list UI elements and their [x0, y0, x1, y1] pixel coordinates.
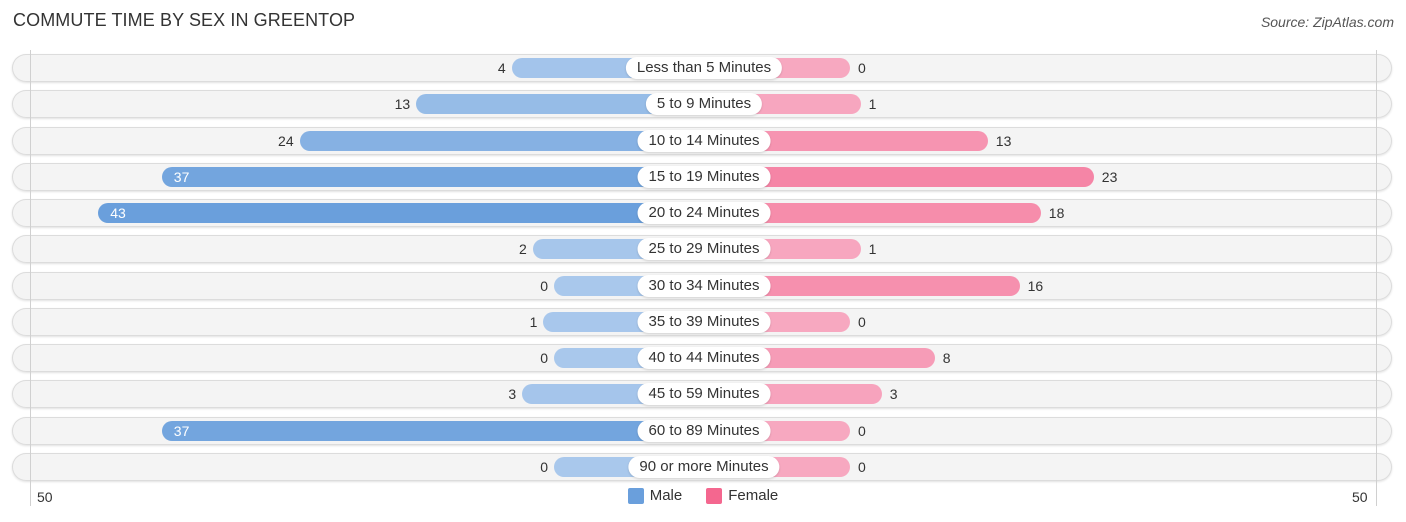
value-label-female: 16: [1027, 277, 1044, 294]
category-label: 25 to 29 Minutes: [637, 238, 771, 261]
value-label-male: 0: [540, 458, 548, 475]
value-label-male: 13: [394, 96, 411, 113]
bar-male[interactable]: [98, 203, 704, 223]
value-label-female: 1: [868, 96, 877, 113]
legend-label-female: Female: [728, 487, 779, 504]
category-label: Less than 5 Minutes: [625, 57, 783, 79]
category-label: 90 or more Minutes: [628, 455, 780, 478]
legend-label-male: Male: [649, 487, 683, 504]
category-label: 30 to 34 Minutes: [637, 274, 771, 297]
value-label-female: 13: [995, 132, 1012, 149]
value-label-male: 24: [278, 132, 294, 149]
chart-area: Less than 5 Minutes 4 0 5 to 9 Minutes 13 1 10…: [0, 0, 1406, 522]
axis-line-left: [30, 50, 31, 506]
value-label-male: 3: [508, 386, 517, 403]
legend-item-female[interactable]: Female: [706, 487, 778, 504]
value-label-male: 37: [173, 422, 190, 439]
category-label: 5 to 9 Minutes: [645, 93, 763, 116]
value-label-male: 37: [173, 168, 190, 185]
value-label-male: 43: [110, 205, 126, 221]
category-label: 10 to 14 Minutes: [637, 129, 771, 152]
category-label: 35 to 39 Minutes: [637, 310, 771, 333]
value-label-male: 0: [540, 277, 548, 294]
bar-male[interactable]: [161, 166, 704, 187]
value-label-female: 8: [942, 350, 951, 366]
value-label-male: 1: [529, 313, 538, 330]
legend-swatch-male: [627, 487, 644, 504]
legend-swatch-female: [706, 487, 723, 504]
category-label: 40 to 44 Minutes: [637, 347, 771, 369]
value-label-male: 0: [540, 350, 548, 366]
value-label-male: 2: [519, 241, 527, 258]
value-label-female: 0: [858, 60, 866, 76]
bar-male[interactable]: [161, 420, 704, 441]
value-label-female: 0: [858, 422, 866, 439]
value-label-male: 4: [497, 60, 506, 76]
value-label-female: 1: [868, 241, 877, 258]
value-label-female: 3: [889, 386, 898, 403]
axis-line-right: [1376, 50, 1377, 506]
category-label: 60 to 89 Minutes: [637, 419, 771, 442]
value-label-female: 18: [1048, 205, 1065, 221]
category-label: 15 to 19 Minutes: [637, 165, 771, 188]
value-label-female: 0: [858, 458, 866, 475]
category-label: 45 to 59 Minutes: [637, 383, 771, 406]
legend-item-male[interactable]: Male: [627, 487, 683, 504]
value-label-female: 0: [858, 313, 866, 330]
legend: Male Female: [0, 487, 1406, 504]
value-label-female: 23: [1101, 168, 1118, 185]
category-label: 20 to 24 Minutes: [637, 202, 771, 224]
